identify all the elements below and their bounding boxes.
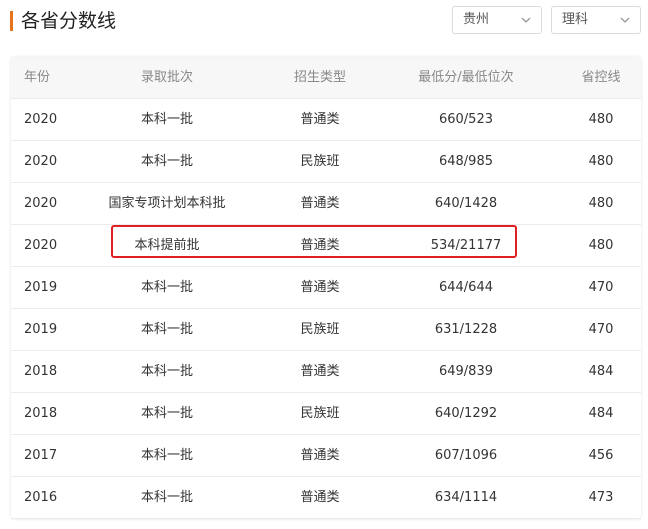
cell-control-line: 484: [588, 364, 614, 379]
subject-select[interactable]: 理科: [551, 6, 641, 34]
chevron-down-icon: [521, 17, 531, 23]
chevron-down-icon: [620, 17, 630, 23]
cell-type: 普通类: [300, 490, 340, 505]
cell-control-line: 456: [588, 448, 614, 463]
subject-select-value: 理科: [562, 12, 589, 27]
cell-control-line: 484: [588, 406, 614, 421]
province-select[interactable]: 贵州: [452, 6, 542, 34]
cell-min-score: 649/839: [438, 364, 493, 379]
cell-batch: 本科一批: [140, 364, 193, 379]
province-select-value: 贵州: [463, 12, 490, 27]
cell-batch: 国家专项计划本科批: [108, 196, 226, 211]
cell-year: 2017: [24, 448, 58, 463]
cell-batch: 本科提前批: [134, 238, 200, 253]
table-row: 2018 本科一批 普通类 649/839 484: [11, 351, 641, 393]
cell-type: 普通类: [300, 196, 340, 211]
cell-year: 2020: [24, 112, 58, 127]
cell-min-score: 534/21177: [430, 238, 502, 253]
cell-batch: 本科一批: [140, 406, 193, 421]
table-row: 2018 本科一批 民族班 640/1292 484: [11, 393, 641, 435]
cell-type: 普通类: [300, 280, 340, 295]
cell-year: 2020: [24, 196, 58, 211]
title-accent-bar: [10, 11, 13, 31]
cell-year: 2018: [24, 364, 58, 379]
cell-batch: 本科一批: [140, 322, 193, 337]
table-row: 2019 本科一批 民族班 631/1228 470: [11, 309, 641, 351]
cell-min-score: 607/1096: [434, 448, 498, 463]
table-row: 2020 本科一批 普通类 660/523 480: [11, 99, 641, 141]
table-row: 2019 本科一批 普通类 644/644 470: [11, 267, 641, 309]
cell-type: 普通类: [300, 112, 340, 127]
cell-min-score: 648/985: [438, 154, 493, 169]
cell-year: 2016: [24, 490, 58, 505]
column-header-batch: 录取批次: [140, 70, 193, 85]
cell-batch: 本科一批: [140, 154, 193, 169]
cell-type: 普通类: [300, 238, 340, 253]
table-row: 2020 国家专项计划本科批 普通类 640/1428 480: [11, 183, 641, 225]
cell-year: 2019: [24, 322, 58, 337]
column-header-type: 招生类型: [293, 70, 346, 85]
cell-year: 2020: [24, 238, 58, 253]
score-table: 年份 录取批次 招生类型 最低分/最低位次 省控线 2020 本科一批 普通类 660…: [11, 57, 641, 519]
column-header-year: 年份: [24, 70, 51, 85]
cell-year: 2018: [24, 406, 58, 421]
table-row: 2016 本科一批 普通类 634/1114 473: [11, 477, 641, 519]
page-header: 各省分数线 贵州 理科: [0, 0, 648, 44]
cell-year: 2020: [24, 154, 58, 169]
cell-type: 民族班: [300, 406, 340, 421]
cell-batch: 本科一批: [140, 112, 193, 127]
table-row: 2020 本科提前批 普通类 534/21177 480: [11, 225, 641, 267]
cell-year: 2019: [24, 280, 58, 295]
cell-control-line: 470: [588, 322, 614, 337]
cell-batch: 本科一批: [140, 448, 193, 463]
cell-min-score: 634/1114: [434, 490, 498, 505]
cell-control-line: 473: [588, 490, 614, 505]
cell-type: 民族班: [300, 154, 340, 169]
column-header-control-line: 省控线: [581, 70, 621, 85]
cell-type: 普通类: [300, 448, 340, 463]
table-row: 2020 本科一批 民族班 648/985 480: [11, 141, 641, 183]
cell-control-line: 470: [588, 280, 614, 295]
cell-batch: 本科一批: [140, 280, 193, 295]
cell-type: 普通类: [300, 364, 340, 379]
cell-min-score: 644/644: [438, 280, 493, 295]
cell-min-score: 660/523: [438, 112, 493, 127]
cell-control-line: 480: [588, 196, 614, 211]
cell-min-score: 640/1428: [434, 196, 498, 211]
cell-control-line: 480: [588, 112, 614, 127]
cell-min-score: 640/1292: [434, 406, 498, 421]
column-header-min-score: 最低分/最低位次: [418, 70, 514, 85]
table-header-row: 年份 录取批次 招生类型 最低分/最低位次 省控线: [11, 57, 641, 99]
cell-control-line: 480: [588, 238, 614, 253]
cell-min-score: 631/1228: [434, 322, 498, 337]
page-title: 各省分数线: [21, 10, 117, 32]
cell-control-line: 480: [588, 154, 614, 169]
cell-batch: 本科一批: [140, 490, 193, 505]
cell-type: 民族班: [300, 322, 340, 337]
table-row: 2017 本科一批 普通类 607/1096 456: [11, 435, 641, 477]
